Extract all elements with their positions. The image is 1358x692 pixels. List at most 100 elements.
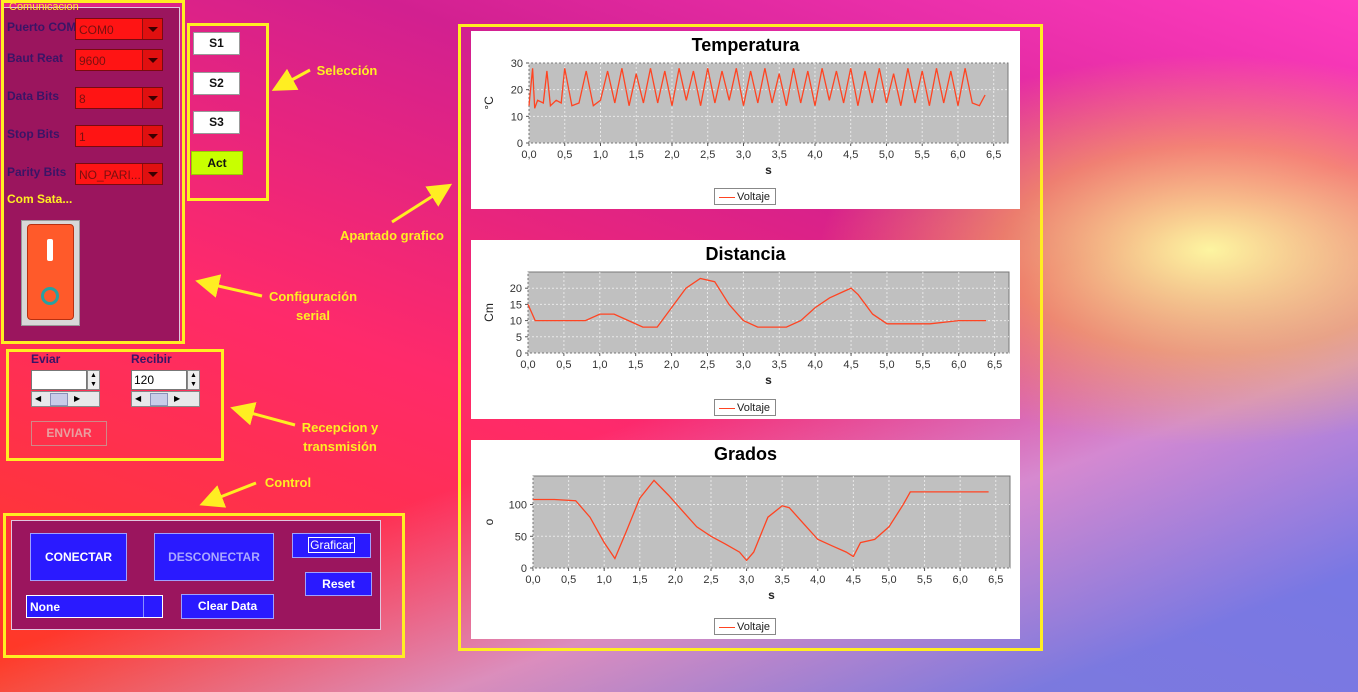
chevron-down-icon[interactable] [142, 88, 162, 108]
databits-value: 8 [79, 92, 86, 106]
enviar-spinner[interactable]: ▲ ▼ ◀ ▶ [31, 370, 101, 408]
legend-label: Voltaje [737, 191, 771, 203]
x-tick-label: 6,0 [950, 149, 965, 161]
annotation-config-line2: serial [296, 308, 330, 323]
chart-svg: 0,0 0,5 1,0 1,5 2,0 2,5 3,0 3,5 4,0 4,5 5,0 5,5 6,0 6… [482, 58, 1009, 177]
x-tick-label: 5,0 [879, 149, 894, 161]
chevron-down-icon[interactable] [143, 596, 162, 617]
x-tick-label: 2,0 [664, 149, 679, 161]
annotation-seleccion: Selección [316, 63, 378, 78]
annotation-recep: Recepcion y transmisión [290, 418, 390, 456]
recibir-spinner[interactable]: 120 ▲ ▼ ◀ ▶ [131, 370, 201, 408]
chevron-down-icon[interactable] [142, 19, 162, 39]
stopbits-label: Stop Bits [7, 127, 60, 141]
x-tick-label: 2,5 [700, 149, 715, 161]
chart-distancia: Distancia 0,0 0,5 1,0 1,5 2,0 2,5 3,0 3,5 4,0 4,5… [471, 240, 1020, 419]
chart-legend: Voltaje [714, 618, 776, 635]
arrow-seleccion [271, 68, 311, 91]
x-tick-label: 3,0 [736, 149, 751, 161]
y-tick-label: 15 [510, 299, 522, 311]
x-tick-label: 0,5 [557, 149, 572, 161]
y-tick-label: 100 [509, 500, 527, 512]
x-tick-label: 2,5 [700, 359, 715, 371]
clear-data-button[interactable]: Clear Data [181, 594, 274, 619]
x-tick-label: 0,5 [561, 574, 576, 586]
y-tick-label: 5 [516, 332, 522, 344]
chart-temperatura: Temperatura 0,0 0,5 1,0 1,5 2,0 2,5 3,0 3,5 4,0 4… [471, 31, 1020, 209]
x-tick-label: 3,0 [739, 574, 754, 586]
stopbits-combo[interactable]: 1 [75, 125, 163, 147]
arrow-apartado [391, 183, 453, 224]
x-tick-label: 5,5 [915, 149, 930, 161]
x-axis-label: s [765, 163, 772, 177]
x-tick-label: 1,0 [592, 359, 607, 371]
baud-label: Baut Reat [7, 51, 64, 65]
enviar-label: Eviar [31, 352, 61, 366]
x-tick-label: 1,5 [632, 574, 647, 586]
databits-combo[interactable]: 8 [75, 87, 163, 109]
x-tick-label: 2,5 [703, 574, 718, 586]
power-switch-icon[interactable] [21, 220, 80, 326]
y-tick-label: 0 [517, 138, 523, 150]
stopbits-value: 1 [79, 130, 86, 144]
y-tick-label: 20 [511, 85, 523, 97]
x-tick-label: 5,0 [879, 359, 894, 371]
y-tick-label: 0 [521, 563, 527, 575]
enviar-field[interactable] [31, 370, 87, 390]
graficar-button[interactable]: Graficar [292, 533, 371, 558]
conectar-button[interactable]: CONECTAR [30, 533, 127, 581]
parity-combo[interactable]: NO_PARI... [75, 163, 163, 185]
baud-combo[interactable]: 9600 [75, 49, 163, 71]
x-tick-label: 4,0 [807, 149, 822, 161]
act-button[interactable]: Act [191, 151, 243, 175]
y-axis-label: °C [482, 96, 496, 110]
annotation-config-line1: Configuración [268, 289, 358, 304]
spinner-arrows-icon[interactable]: ▲ ▼ [87, 370, 100, 390]
scrollbar[interactable]: ◀ ▶ [31, 391, 100, 407]
parity-value: NO_PARI... [79, 168, 141, 182]
chart-grados: Grados 0,0 0,5 1,0 1,5 2,0 2,5 3,0 3,5 4,0 4,5 5,0… [471, 440, 1020, 639]
x-tick-label: 1,5 [628, 359, 643, 371]
x-tick-label: 6,0 [953, 574, 968, 586]
x-tick-label: 1,0 [597, 574, 612, 586]
comunicacion-legend: Comunicacion [9, 1, 79, 13]
y-tick-label: 0 [516, 348, 522, 360]
y-tick-label: 50 [515, 531, 527, 543]
s1-button[interactable]: S1 [193, 32, 240, 55]
x-tick-label: 5,5 [917, 574, 932, 586]
spinner-arrows-icon[interactable]: ▲ ▼ [187, 370, 200, 390]
graficar-label: Graficar [308, 537, 355, 553]
x-tick-label: 3,5 [772, 359, 787, 371]
s3-button[interactable]: S3 [193, 111, 240, 134]
mode-combo[interactable]: None [26, 595, 163, 618]
legend-label: Voltaje [737, 402, 771, 414]
x-tick-label: 6,5 [986, 149, 1001, 161]
puerto-label: Puerto COM [7, 20, 77, 34]
scrollbar[interactable]: ◀ ▶ [131, 391, 200, 407]
baud-value: 9600 [79, 54, 106, 68]
annotation-recep-line2: transmisión [303, 439, 377, 454]
x-tick-label: 2,0 [668, 574, 683, 586]
annotation-recep-line1: Recepcion y [301, 420, 379, 435]
chart-legend: Voltaje [714, 188, 776, 205]
x-tick-label: 3,5 [775, 574, 790, 586]
reset-button[interactable]: Reset [305, 572, 372, 596]
recibir-field[interactable]: 120 [131, 370, 187, 390]
puerto-combo[interactable]: COM0 [75, 18, 163, 40]
arrow-config [195, 274, 263, 298]
databits-label: Data Bits [7, 89, 60, 103]
desconectar-button[interactable]: DESCONECTAR [154, 533, 274, 581]
enviar-button[interactable]: ENVIAR [31, 421, 107, 446]
parity-label: Parity Bits [7, 165, 67, 179]
chart-legend: Voltaje [714, 399, 776, 416]
x-tick-label: 1,0 [593, 149, 608, 161]
chevron-down-icon[interactable] [142, 164, 162, 184]
s2-button[interactable]: S2 [193, 72, 240, 95]
chart-svg: 0,0 0,5 1,0 1,5 2,0 2,5 3,0 3,5 4,0 4,5 5,0 5,5 6,0 6… [482, 475, 1011, 602]
x-tick-label: 6,5 [987, 359, 1002, 371]
chevron-down-icon[interactable] [142, 50, 162, 70]
puerto-value: COM0 [79, 23, 114, 37]
annotation-control: Control [264, 475, 312, 490]
com-status-label: Com Sata... [7, 192, 73, 206]
chevron-down-icon[interactable] [142, 126, 162, 146]
